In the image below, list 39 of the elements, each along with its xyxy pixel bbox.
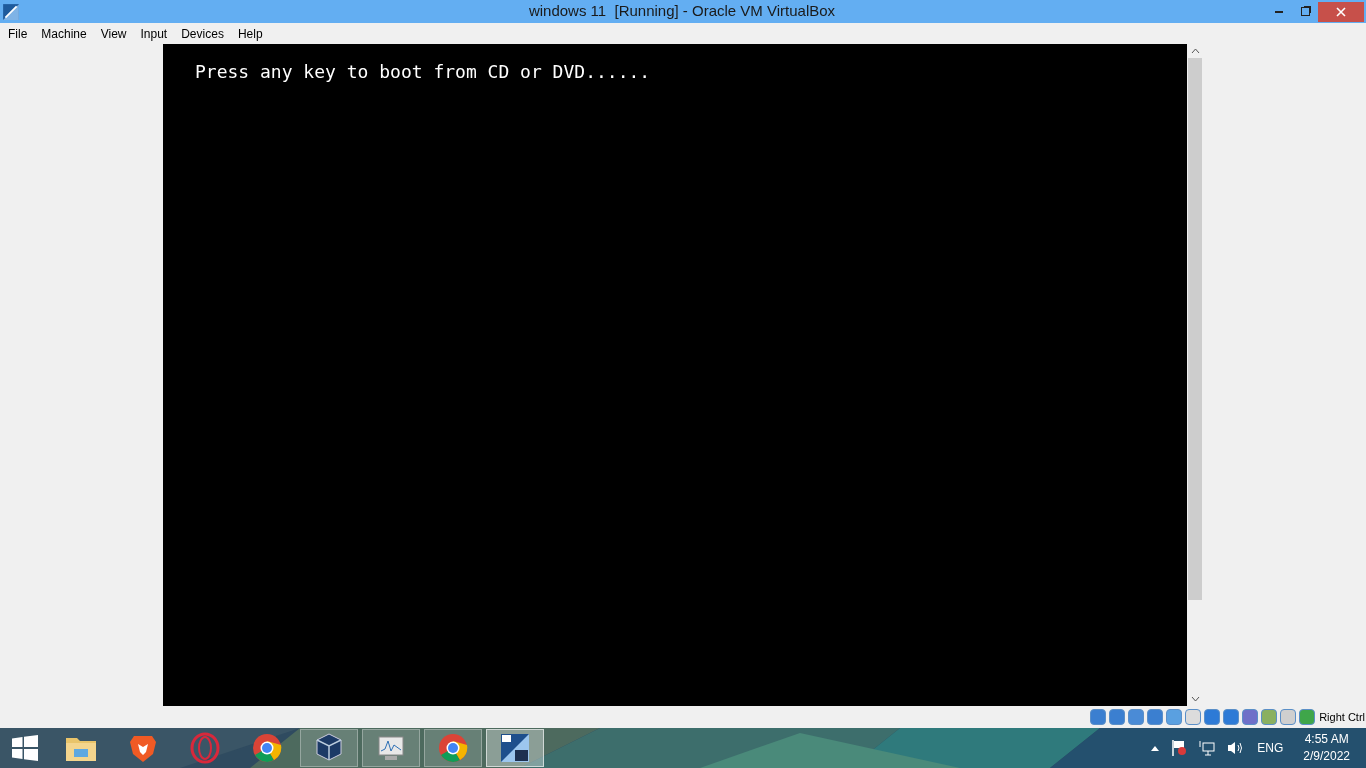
device-status-icon[interactable] bbox=[1166, 709, 1183, 725]
host-key-label: Right Ctrl bbox=[1319, 709, 1365, 725]
device-status-icon[interactable] bbox=[1185, 709, 1202, 725]
clock[interactable]: 4:55 AM 2/9/2022 bbox=[1303, 731, 1350, 765]
virtualbox-icon bbox=[2, 2, 20, 21]
vm-screen[interactable]: Press any key to boot from CD or DVD...... bbox=[163, 44, 1187, 706]
network-icon[interactable] bbox=[1199, 740, 1216, 756]
language-indicator[interactable]: ENG bbox=[1257, 739, 1284, 757]
device-status-icon[interactable] bbox=[1261, 709, 1278, 725]
device-status-icon[interactable] bbox=[1090, 709, 1107, 725]
window-title: windows 11 [Running] - Oracle VM VirtualBox bbox=[527, 1, 837, 22]
ring-icon bbox=[189, 732, 221, 764]
menu-item[interactable]: File bbox=[1, 24, 35, 43]
menu-item[interactable]: Machine bbox=[34, 24, 94, 43]
chrome-icon bbox=[438, 733, 468, 763]
device-status-icon[interactable] bbox=[1109, 709, 1126, 725]
menu-item[interactable]: View bbox=[93, 24, 134, 43]
device-status-icon[interactable] bbox=[1204, 709, 1221, 725]
device-status-icon[interactable] bbox=[1223, 709, 1240, 725]
flag-icon[interactable] bbox=[1171, 739, 1188, 757]
device-status-icon[interactable] bbox=[1299, 709, 1316, 725]
menu-item[interactable]: Help bbox=[230, 24, 270, 43]
taskbar-button[interactable] bbox=[486, 729, 544, 767]
chrome-icon bbox=[252, 733, 282, 763]
taskbar-button[interactable] bbox=[300, 729, 358, 767]
menu-item[interactable]: Input bbox=[133, 24, 175, 43]
device-status-icon[interactable] bbox=[1147, 709, 1164, 725]
device-status-icon[interactable] bbox=[1280, 709, 1297, 725]
menu-item[interactable]: Devices bbox=[174, 24, 231, 43]
monitor-icon bbox=[376, 733, 406, 763]
clock-time: 4:55 AM bbox=[1304, 731, 1349, 748]
show-hidden-icons-icon[interactable] bbox=[1151, 745, 1160, 751]
virtualbox-vm-icon bbox=[499, 732, 531, 764]
close-icon bbox=[1336, 6, 1346, 17]
windows-logo-icon bbox=[12, 735, 38, 761]
clock-date: 2/9/2022 bbox=[1303, 748, 1350, 765]
boot-message: Press any key to boot from CD or DVD...... bbox=[195, 61, 651, 82]
device-status-icon[interactable] bbox=[1128, 709, 1145, 725]
device-status-icon[interactable] bbox=[1242, 709, 1259, 725]
